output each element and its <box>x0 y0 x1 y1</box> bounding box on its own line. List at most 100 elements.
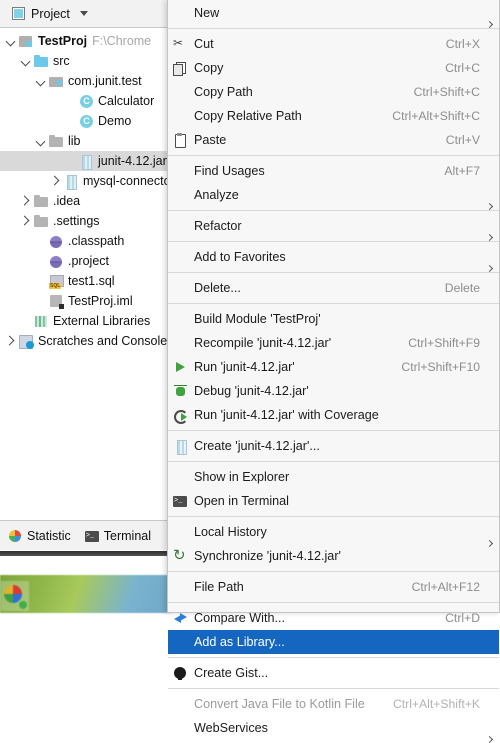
tree-node-label: .project <box>68 254 109 268</box>
tree-node[interactable]: Calculator <box>0 91 171 111</box>
tree-node[interactable]: External Libraries <box>0 311 171 331</box>
menu-icon-slot <box>168 245 192 269</box>
tree-node-label: TestProj <box>38 34 88 48</box>
tree-node-label: src <box>53 54 70 68</box>
menu-item-label: Create 'junit-4.12.jar'... <box>194 439 320 453</box>
chevron-down-icon[interactable] <box>6 36 17 47</box>
menu-item-label: Show in Explorer <box>194 470 290 484</box>
chevron-right-icon[interactable] <box>51 176 62 187</box>
taskbar-app-icon[interactable] <box>1 581 29 611</box>
menu-separator <box>168 657 499 658</box>
menu-item[interactable]: Local History <box>168 520 499 544</box>
menu-item[interactable]: Cut Ctrl+X <box>168 32 499 56</box>
class-icon <box>79 94 94 109</box>
menu-item-label: Run 'junit-4.12.jar' with Coverage <box>194 408 379 422</box>
menu-item[interactable]: Show in Explorer <box>168 465 499 489</box>
terminal-icon <box>84 529 99 543</box>
menu-item[interactable]: Copy Relative Path Ctrl+Alt+Shift+C <box>168 104 499 128</box>
menu-item[interactable]: Paste Ctrl+V <box>168 128 499 152</box>
tree-node-label: Demo <box>98 114 132 128</box>
menu-item-shortcut: Ctrl+X <box>445 37 480 51</box>
chevron-down-icon[interactable] <box>21 56 32 67</box>
terminal-icon <box>173 494 187 508</box>
chevron-down-icon[interactable] <box>79 11 88 16</box>
menu-item[interactable]: Create 'junit-4.12.jar'... <box>168 434 499 458</box>
menu-item[interactable]: Find Usages Alt+F7 <box>168 159 499 183</box>
orb-icon <box>49 234 64 249</box>
tree-node[interactable]: .project <box>0 251 171 271</box>
chevron-down-icon[interactable] <box>36 76 47 87</box>
menu-item[interactable]: Synchronize 'junit-4.12.jar' <box>168 544 499 568</box>
tool-tab-terminal[interactable]: Terminal <box>84 529 151 543</box>
tree-node[interactable]: com.junit.test <box>0 71 171 91</box>
tree-node[interactable]: .settings <box>0 211 171 231</box>
tree-node-label: Calculator <box>98 94 155 108</box>
chevron-down-icon[interactable] <box>36 136 47 147</box>
chevron-right-icon[interactable] <box>21 196 32 207</box>
chevron-right-icon[interactable] <box>21 216 32 227</box>
menu-icon-slot <box>168 159 192 183</box>
menu-item-label: New <box>194 6 220 20</box>
tree-node[interactable]: test1.sql <box>0 271 171 291</box>
tree-node[interactable]: .classpath <box>0 231 171 251</box>
menu-item[interactable]: Refactor <box>168 214 499 238</box>
menu-item[interactable]: Build Module 'TestProj' <box>168 307 499 331</box>
chevron-right-icon[interactable] <box>6 336 17 347</box>
orb-icon <box>49 254 64 269</box>
menu-item[interactable]: Create Gist... <box>168 661 499 685</box>
menu-item[interactable]: Compare With... Ctrl+D <box>168 606 499 630</box>
terminal-icon <box>168 489 192 513</box>
menu-item[interactable]: Analyze <box>168 183 499 207</box>
github-icon <box>168 661 192 685</box>
menu-icon-slot <box>168 630 192 654</box>
menu-icon-slot <box>168 1 192 25</box>
menu-item-shortcut: Ctrl+C <box>445 61 480 75</box>
menu-item-label: Refactor <box>194 219 242 233</box>
menu-item[interactable]: Recompile 'junit-4.12.jar' Ctrl+Shift+F9 <box>168 331 499 355</box>
menu-separator <box>168 210 499 211</box>
menu-item[interactable]: Copy Ctrl+C <box>168 56 499 80</box>
tree-node[interactable]: junit-4.12.jar <box>0 151 171 171</box>
menu-item-label: Analyze <box>194 188 239 202</box>
menu-item-label: Delete... <box>194 281 241 295</box>
menu-separator <box>168 602 499 603</box>
menu-item[interactable]: Debug 'junit-4.12.jar' <box>168 379 499 403</box>
project-tool-window: Project TestProj F:\Chrome src com.junit.te… <box>0 0 172 613</box>
menu-item[interactable]: Run 'junit-4.12.jar' Ctrl+Shift+F10 <box>168 355 499 379</box>
tree-node[interactable]: src <box>0 51 171 71</box>
project-tree[interactable]: TestProj F:\Chrome src com.junit.test Calcul… <box>0 28 171 520</box>
file-context-menu[interactable]: New Cut Ctrl+X Copy Ctrl+C Copy Path Ctrl+Shif… <box>167 0 500 735</box>
tree-node[interactable]: mysql-connector <box>0 171 171 191</box>
tree-node[interactable]: Demo <box>0 111 171 131</box>
menu-item[interactable]: New <box>168 1 499 25</box>
menu-item-label: WebServices <box>194 721 268 735</box>
menu-item[interactable]: WebServices <box>168 716 499 740</box>
menu-item[interactable]: Run 'junit-4.12.jar' with Coverage <box>168 403 499 427</box>
compare-icon <box>168 606 192 630</box>
tool-tab-statistic[interactable]: Statistic <box>8 529 71 543</box>
tree-node[interactable]: TestProj F:\Chrome <box>0 31 171 51</box>
menu-item[interactable]: Add to Favorites <box>168 245 499 269</box>
menu-item[interactable]: Copy Path Ctrl+Shift+C <box>168 80 499 104</box>
tree-node-label: test1.sql <box>68 274 115 288</box>
menu-item[interactable]: Open in Terminal <box>168 489 499 513</box>
tree-node[interactable]: lib <box>0 131 171 151</box>
tree-node[interactable]: TestProj.iml <box>0 291 171 311</box>
paste-icon <box>173 133 187 148</box>
tree-node[interactable]: Scratches and Consoles <box>0 331 171 351</box>
project-panel-header[interactable]: Project <box>0 0 171 28</box>
jar-icon <box>64 174 79 190</box>
menu-item-shortcut: Ctrl+Alt+Shift+K <box>392 697 480 711</box>
menu-separator <box>168 430 499 431</box>
package-icon <box>49 74 64 89</box>
menu-item-label: Run 'junit-4.12.jar' <box>194 360 295 374</box>
tree-node-label: .settings <box>53 214 100 228</box>
tree-node[interactable]: .idea <box>0 191 171 211</box>
menu-item[interactable]: Delete... Delete <box>168 276 499 300</box>
menu-item[interactable]: Add as Library... <box>168 630 499 654</box>
menu-item[interactable]: File Path Ctrl+Alt+F12 <box>168 575 499 599</box>
coverage-icon <box>168 403 192 427</box>
